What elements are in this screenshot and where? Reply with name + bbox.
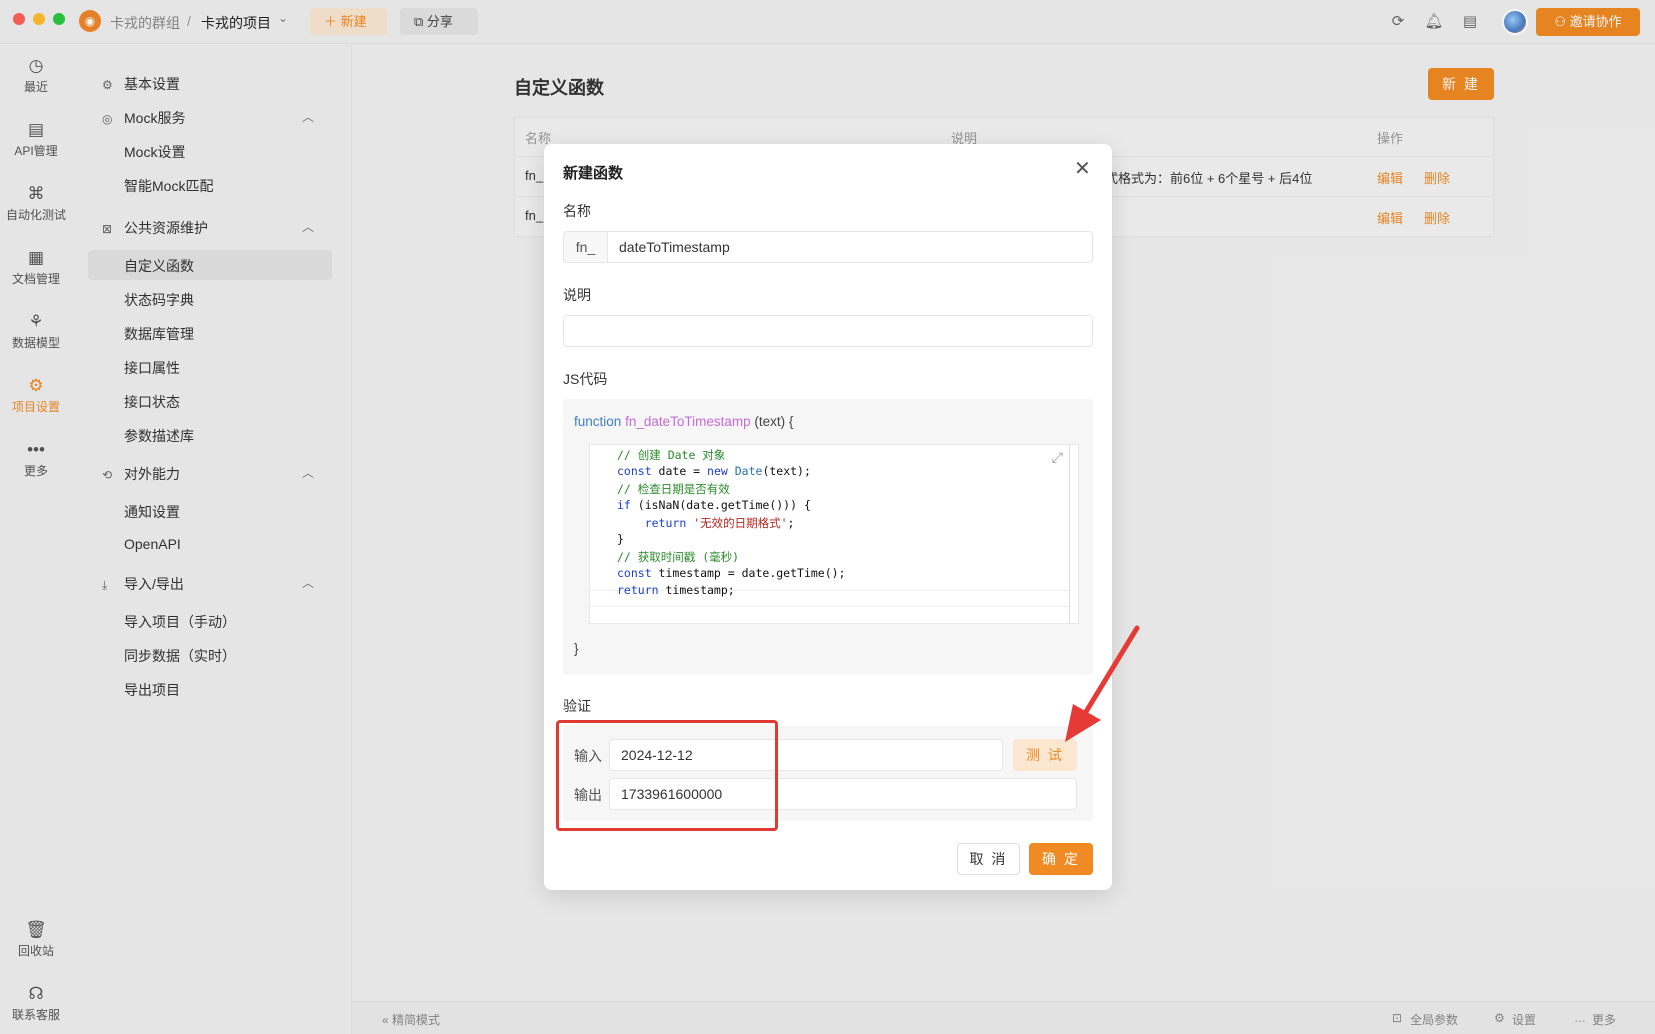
code-line: if (isNaN(date.getTime())) {	[617, 498, 811, 512]
new-function-modal: 新建函数 ✕ 名称 fn_ dateToTimestamp 说明 JS代码 fu…	[544, 144, 1112, 890]
desc-label: 说明	[563, 287, 591, 303]
expand-icon[interactable]: ⤢	[1052, 449, 1063, 466]
closing-brace: }	[574, 641, 579, 656]
annotation-highlight-box	[556, 720, 778, 831]
confirm-button[interactable]: 确 定	[1029, 843, 1093, 875]
code-line: const date = new Date(text);	[617, 464, 811, 478]
annotation-arrow	[1065, 625, 1140, 742]
signature-params: (text) {	[750, 414, 794, 429]
code-label: JS代码	[563, 371, 608, 387]
function-signature: function fn_dateToTimestamp (text) {	[574, 414, 793, 429]
editor-scrollbar[interactable]	[1069, 445, 1070, 623]
code-line: return '无效的日期格式';	[644, 516, 795, 530]
code-line: }	[617, 532, 624, 546]
code-editor[interactable]: // 创建 Date 对象 const date = new Date(text)…	[589, 444, 1079, 624]
name-input[interactable]: dateToTimestamp	[607, 231, 1093, 263]
code-line: return timestamp;	[617, 583, 735, 597]
verify-label: 验证	[563, 698, 591, 714]
code-line: const timestamp = date.getTime();	[617, 566, 846, 580]
name-label: 名称	[563, 203, 591, 219]
code-line: // 获取时间戳 (毫秒)	[617, 550, 740, 564]
name-prefix: fn_	[563, 231, 607, 263]
modal-title: 新建函数	[563, 165, 624, 182]
signature-keyword: function	[574, 414, 622, 429]
signature-name: fn_dateToTimestamp	[625, 414, 751, 429]
code-line: // 创建 Date 对象	[617, 448, 726, 462]
cancel-button[interactable]: 取 消	[957, 843, 1020, 875]
code-line: // 检查日期是否有效	[617, 482, 730, 496]
close-icon[interactable]: ✕	[1074, 156, 1091, 181]
desc-input[interactable]	[563, 315, 1093, 347]
code-section: function fn_dateToTimestamp (text) { // …	[563, 399, 1093, 675]
